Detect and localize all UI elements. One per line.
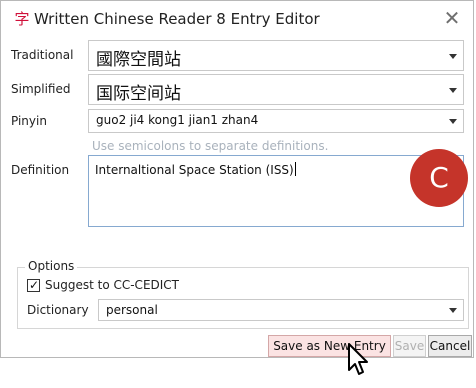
- cancel-button[interactable]: Cancel: [428, 335, 472, 357]
- simplified-value: 国际空间站: [96, 84, 181, 104]
- chevron-down-icon[interactable]: [449, 53, 457, 59]
- window-title: Written Chinese Reader 8 Entry Editor: [34, 10, 320, 28]
- text-caret: [294, 162, 296, 176]
- options-legend: Options: [25, 259, 78, 273]
- dictionary-value: personal: [106, 303, 158, 317]
- chevron-down-icon[interactable]: [449, 87, 457, 93]
- simplified-label: Simplified: [11, 82, 71, 96]
- definition-label: Definition: [11, 163, 70, 177]
- simplified-combo[interactable]: 国际空间站: [88, 74, 464, 105]
- checkmark-icon: ✓: [29, 278, 40, 292]
- suggest-label[interactable]: Suggest to CC-CEDICT: [45, 278, 179, 292]
- close-icon[interactable]: ✕: [440, 6, 464, 30]
- mouse-pointer-icon: [348, 343, 368, 375]
- chevron-down-icon[interactable]: [449, 308, 457, 313]
- title-bar[interactable]: 字 Written Chinese Reader 8 Entry Editor …: [1, 1, 473, 37]
- suggest-checkbox[interactable]: ✓: [27, 278, 40, 292]
- save-button[interactable]: Save: [393, 335, 426, 357]
- definition-hint: Use semicolons to separate definitions.: [92, 139, 329, 153]
- entry-editor-window: 字 Written Chinese Reader 8 Entry Editor …: [0, 0, 474, 358]
- chevron-down-icon[interactable]: [449, 119, 457, 124]
- pinyin-combo[interactable]: guo2 ji4 kong1 jian1 zhan4: [88, 109, 464, 133]
- dictionary-combo[interactable]: personal: [98, 299, 464, 321]
- traditional-label: Traditional: [11, 48, 74, 62]
- pinyin-value: guo2 ji4 kong1 jian1 zhan4: [96, 113, 259, 127]
- definition-textarea[interactable]: Internaltional Space Station (ISS): [88, 155, 464, 227]
- traditional-combo[interactable]: 國際空間站: [88, 40, 464, 71]
- save-as-new-entry-button[interactable]: Save as New Entry: [268, 335, 391, 357]
- app-character-icon: 字: [14, 10, 30, 28]
- pinyin-label: Pinyin: [11, 114, 47, 128]
- definition-value: Internaltional Space Station (ISS): [95, 163, 294, 177]
- letter-badge: C: [410, 149, 468, 207]
- dictionary-label: Dictionary: [27, 303, 89, 317]
- traditional-value: 國際空間站: [96, 50, 181, 70]
